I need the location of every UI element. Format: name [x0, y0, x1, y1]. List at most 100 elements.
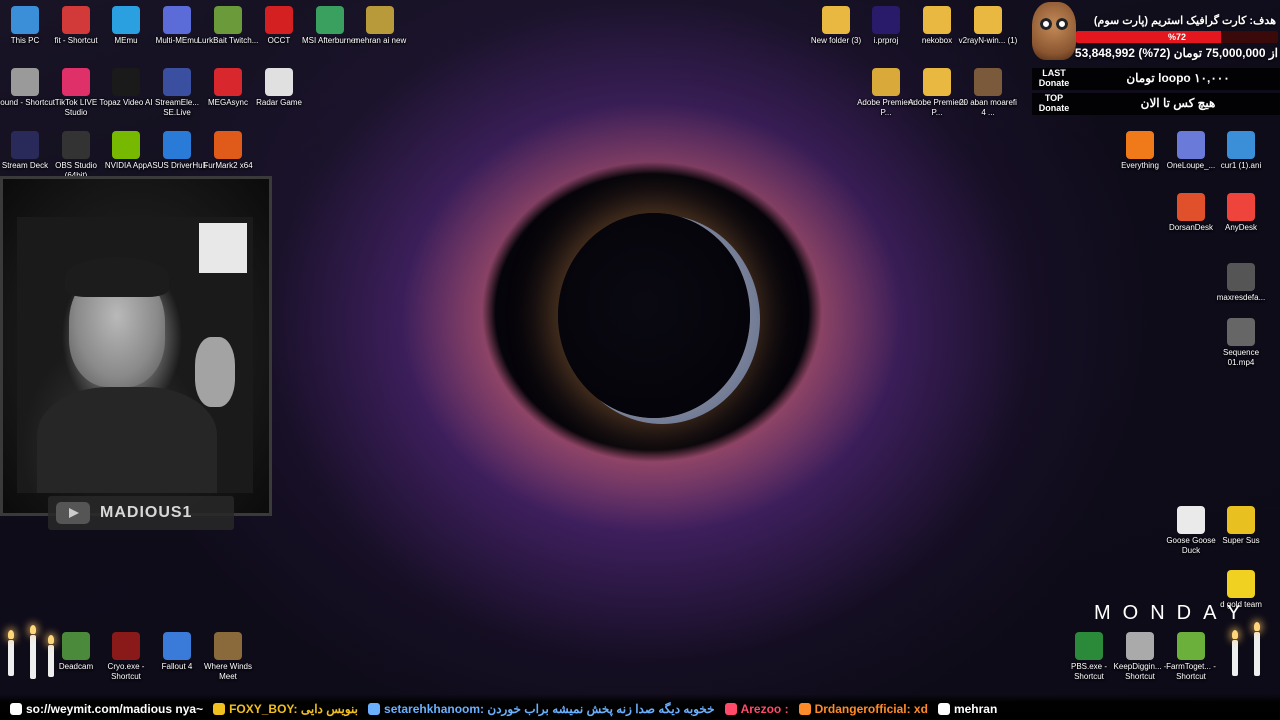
chat-badge-icon: [213, 703, 226, 715]
candle-icon: [1232, 630, 1238, 676]
candle-icon: [48, 635, 54, 677]
black-hole-graphic: [558, 213, 750, 418]
pbs-icon: [1075, 632, 1103, 660]
computer-icon: [11, 6, 39, 34]
chat-message-text: Arezoo :: [740, 702, 789, 716]
farm-together-icon: [1177, 632, 1205, 660]
image-file-icon: [1227, 263, 1255, 291]
where-winds-meet-icon: [214, 632, 242, 660]
desktop-icon[interactable]: mehran ai new: [348, 6, 412, 46]
deadcam-icon: [62, 632, 90, 660]
donation-goal-bar: %72: [1076, 31, 1278, 43]
topaz-icon: [112, 68, 140, 96]
video-file-icon: [1227, 318, 1255, 346]
chat-message-text: Drdangerofficial: xd: [814, 702, 928, 716]
cursor-icon: [1227, 131, 1255, 159]
chat-badge-icon: [368, 703, 381, 715]
donation-goal-title: هدف: کارت گرافیک استریم (پارت سوم): [1093, 15, 1276, 27]
chat-message: Drdangerofficial: xd: [798, 702, 928, 716]
desktop-icon-label: Sequence 01.mp4: [1222, 348, 1260, 367]
tiktok-icon: [62, 68, 90, 96]
desktop-icon[interactable]: Where Winds Meet: [196, 632, 260, 682]
pickaxe-icon: [1126, 632, 1154, 660]
fit-app-icon: [62, 6, 90, 34]
top-donate-row: TOP Donate هیچ کس تا الان: [1032, 93, 1280, 115]
streamer-hair: [65, 257, 169, 297]
donation-goal-amount: 53,848,992 از 75,000,000 تومان (72%): [1074, 46, 1278, 60]
desktop-icon[interactable]: 20 aban moarefi 4 ...: [956, 68, 1020, 118]
webcam-video: [17, 217, 253, 493]
streamer-body: [37, 387, 217, 493]
asus-icon: [163, 131, 191, 159]
goose-icon: [1177, 506, 1205, 534]
desktop-icon-label: Radar Game: [256, 98, 302, 107]
emoji-file-icon: [1227, 570, 1255, 598]
chat-message: mehran: [937, 702, 998, 716]
nvidia-icon: [112, 131, 140, 159]
msi-afterburner-icon: [316, 6, 344, 34]
window-light: [199, 223, 247, 273]
super-sus-icon: [1227, 506, 1255, 534]
chat-badge-icon: [10, 703, 22, 715]
furmark-icon: [214, 131, 242, 159]
folder-icon: [974, 6, 1002, 34]
folder-icon: [923, 68, 951, 96]
donation-goal-percent: %72: [1167, 32, 1186, 42]
desktop-icon[interactable]: cur1 (1).ani: [1209, 131, 1273, 171]
monday-overlay-text: MONDAY: [1094, 602, 1253, 624]
chat-badge-icon: [798, 703, 811, 715]
fallout-icon: [163, 632, 191, 660]
desktop-icon[interactable]: Radar Game: [247, 68, 311, 108]
premiere-file-icon: [872, 6, 900, 34]
candle-icon: [30, 625, 36, 679]
desktop-icon-label: Where Winds Meet: [203, 662, 252, 681]
donation-widget: هدف: کارت گرافیک استریم (پارت سوم) %72 5…: [1032, 0, 1280, 118]
folder-icon: [923, 6, 951, 34]
desktop-icon[interactable]: Sequence 01.mp4: [1209, 318, 1273, 368]
desktop-icon-label: mehran ai new: [353, 36, 407, 45]
stream-deck-icon: [11, 131, 39, 159]
chat-message: Arezoo :: [724, 702, 789, 716]
desktop-icon[interactable]: AnyDesk: [1209, 193, 1273, 233]
desktop-icon-label: 20 aban moarefi 4 ...: [959, 98, 1017, 117]
streamelements-icon: [163, 68, 191, 96]
desktop-icon-label: v2rayN-win... (1): [958, 36, 1018, 45]
obs-icon: [62, 131, 90, 159]
everything-icon: [1126, 131, 1154, 159]
chat-message-text: setarehkhanoom: خخوبه دیگه صدا زنه پخش ن…: [384, 702, 715, 716]
candle-icon: [1254, 622, 1260, 676]
streamer-hand: [195, 337, 235, 407]
desktop-icon[interactable]: v2rayN-win... (1): [956, 6, 1020, 46]
last-donate-label: LAST Donate: [1038, 68, 1070, 88]
occt-icon: [265, 6, 293, 34]
dorsandesk-icon: [1177, 193, 1205, 221]
top-donate-value: هیچ کس تا الان: [1140, 96, 1216, 110]
desktop-icon[interactable]: Super Sus: [1209, 506, 1273, 546]
sound-icon: [11, 68, 39, 96]
memu-icon: [112, 6, 140, 34]
anydesk-icon: [1227, 193, 1255, 221]
oneloupe-icon: [1177, 131, 1205, 159]
folder-icon: [822, 6, 850, 34]
chat-badge-icon: [724, 703, 737, 715]
chat-ticker: so://weymit.com/madious nya~ FOXY_BOY: بن…: [0, 694, 1280, 720]
desktop-icon[interactable]: FarmToget... - Shortcut: [1159, 632, 1223, 682]
desktop-icon-label: Super Sus: [1222, 536, 1260, 545]
last-donate-value: loopo ۱۰,۰۰۰ تومان: [1126, 71, 1230, 85]
chat-message-text: FOXY_BOY: بنویس دایی: [229, 702, 359, 716]
premiere-file-icon: [872, 68, 900, 96]
desktop-icon-label: AnyDesk: [1224, 223, 1257, 232]
lurkbait-icon: [214, 6, 242, 34]
radar-icon: [265, 68, 293, 96]
channel-name: MADIOUS1: [100, 504, 193, 521]
desktop-icon-label: FurMark2 x64: [203, 161, 253, 170]
cryo-icon: [112, 632, 140, 660]
archive-icon: [366, 6, 394, 34]
desktop-icon[interactable]: maxresdefa...: [1209, 263, 1273, 303]
desktop-icon[interactable]: FurMark2 x64: [196, 131, 260, 171]
chat-message-text: mehran: [953, 702, 998, 716]
mega-icon: [214, 68, 242, 96]
chat-badge-icon: [937, 703, 950, 715]
webcam-frame: [0, 176, 272, 516]
top-donate-label: TOP Donate: [1038, 93, 1070, 113]
